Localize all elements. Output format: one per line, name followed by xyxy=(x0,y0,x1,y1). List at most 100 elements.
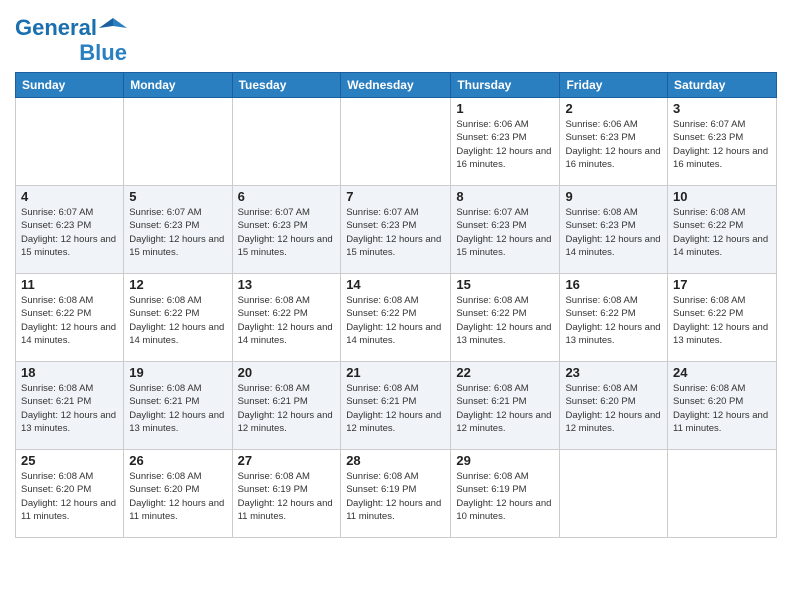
day-number: 15 xyxy=(456,277,554,292)
day-info: Sunrise: 6:08 AMSunset: 6:21 PMDaylight:… xyxy=(346,382,445,435)
logo-bird-icon xyxy=(99,14,127,42)
calendar-week-row: 1 Sunrise: 6:06 AMSunset: 6:23 PMDaylight… xyxy=(16,98,777,186)
day-number: 27 xyxy=(238,453,336,468)
day-info: Sunrise: 6:07 AMSunset: 6:23 PMDaylight:… xyxy=(238,206,336,259)
day-number: 17 xyxy=(673,277,771,292)
day-info: Sunrise: 6:08 AMSunset: 6:22 PMDaylight:… xyxy=(456,294,554,347)
day-number: 4 xyxy=(21,189,118,204)
day-number: 3 xyxy=(673,101,771,116)
day-info: Sunrise: 6:08 AMSunset: 6:22 PMDaylight:… xyxy=(129,294,226,347)
day-info: Sunrise: 6:08 AMSunset: 6:21 PMDaylight:… xyxy=(238,382,336,435)
calendar-cell: 2 Sunrise: 6:06 AMSunset: 6:23 PMDaylight… xyxy=(560,98,668,186)
day-info: Sunrise: 6:08 AMSunset: 6:22 PMDaylight:… xyxy=(565,294,662,347)
calendar-cell xyxy=(124,98,232,186)
calendar-cell: 16 Sunrise: 6:08 AMSunset: 6:22 PMDayligh… xyxy=(560,274,668,362)
day-info: Sunrise: 6:08 AMSunset: 6:20 PMDaylight:… xyxy=(673,382,771,435)
day-info: Sunrise: 6:08 AMSunset: 6:20 PMDaylight:… xyxy=(129,470,226,523)
day-number: 8 xyxy=(456,189,554,204)
day-number: 12 xyxy=(129,277,226,292)
calendar-cell xyxy=(16,98,124,186)
calendar-cell: 20 Sunrise: 6:08 AMSunset: 6:21 PMDayligh… xyxy=(232,362,341,450)
calendar-cell: 13 Sunrise: 6:08 AMSunset: 6:22 PMDayligh… xyxy=(232,274,341,362)
calendar-cell xyxy=(560,450,668,538)
calendar-cell: 25 Sunrise: 6:08 AMSunset: 6:20 PMDayligh… xyxy=(16,450,124,538)
calendar-cell: 15 Sunrise: 6:08 AMSunset: 6:22 PMDayligh… xyxy=(451,274,560,362)
calendar-cell: 6 Sunrise: 6:07 AMSunset: 6:23 PMDaylight… xyxy=(232,186,341,274)
day-number: 29 xyxy=(456,453,554,468)
calendar-cell: 23 Sunrise: 6:08 AMSunset: 6:20 PMDayligh… xyxy=(560,362,668,450)
calendar-cell: 21 Sunrise: 6:08 AMSunset: 6:21 PMDayligh… xyxy=(341,362,451,450)
calendar-cell: 3 Sunrise: 6:07 AMSunset: 6:23 PMDaylight… xyxy=(668,98,777,186)
day-number: 19 xyxy=(129,365,226,380)
day-number: 10 xyxy=(673,189,771,204)
day-number: 24 xyxy=(673,365,771,380)
calendar-cell: 26 Sunrise: 6:08 AMSunset: 6:20 PMDayligh… xyxy=(124,450,232,538)
day-number: 11 xyxy=(21,277,118,292)
calendar-cell xyxy=(232,98,341,186)
day-number: 22 xyxy=(456,365,554,380)
calendar-cell: 12 Sunrise: 6:08 AMSunset: 6:22 PMDayligh… xyxy=(124,274,232,362)
day-info: Sunrise: 6:08 AMSunset: 6:21 PMDaylight:… xyxy=(456,382,554,435)
day-info: Sunrise: 6:08 AMSunset: 6:19 PMDaylight:… xyxy=(456,470,554,523)
calendar-cell: 18 Sunrise: 6:08 AMSunset: 6:21 PMDayligh… xyxy=(16,362,124,450)
day-info: Sunrise: 6:08 AMSunset: 6:19 PMDaylight:… xyxy=(238,470,336,523)
calendar-cell: 19 Sunrise: 6:08 AMSunset: 6:21 PMDayligh… xyxy=(124,362,232,450)
calendar-cell xyxy=(341,98,451,186)
day-info: Sunrise: 6:08 AMSunset: 6:19 PMDaylight:… xyxy=(346,470,445,523)
day-info: Sunrise: 6:07 AMSunset: 6:23 PMDaylight:… xyxy=(21,206,118,259)
calendar-cell: 24 Sunrise: 6:08 AMSunset: 6:20 PMDayligh… xyxy=(668,362,777,450)
day-number: 16 xyxy=(565,277,662,292)
header: General Blue xyxy=(15,10,777,64)
day-number: 20 xyxy=(238,365,336,380)
day-info: Sunrise: 6:08 AMSunset: 6:22 PMDaylight:… xyxy=(673,206,771,259)
day-number: 6 xyxy=(238,189,336,204)
day-number: 1 xyxy=(456,101,554,116)
weekday-header-wednesday: Wednesday xyxy=(341,73,451,98)
calendar-cell: 7Sunrise: 6:07 AMSunset: 6:23 PMDaylight… xyxy=(341,186,451,274)
calendar-cell: 10 Sunrise: 6:08 AMSunset: 6:22 PMDayligh… xyxy=(668,186,777,274)
day-info: Sunrise: 6:06 AMSunset: 6:23 PMDaylight:… xyxy=(565,118,662,171)
day-info: Sunrise: 6:08 AMSunset: 6:22 PMDaylight:… xyxy=(21,294,118,347)
day-number: 2 xyxy=(565,101,662,116)
day-info: Sunrise: 6:08 AMSunset: 6:20 PMDaylight:… xyxy=(565,382,662,435)
calendar-cell: 27 Sunrise: 6:08 AMSunset: 6:19 PMDayligh… xyxy=(232,450,341,538)
calendar-week-row: 4 Sunrise: 6:07 AMSunset: 6:23 PMDaylight… xyxy=(16,186,777,274)
calendar-table: SundayMondayTuesdayWednesdayThursdayFrid… xyxy=(15,72,777,538)
day-number: 21 xyxy=(346,365,445,380)
day-info: Sunrise: 6:06 AMSunset: 6:23 PMDaylight:… xyxy=(456,118,554,171)
page: General Blue SundayMondayTuesdayWednesda… xyxy=(0,0,792,548)
day-info: Sunrise: 6:07 AMSunset: 6:23 PMDaylight:… xyxy=(346,206,445,259)
day-info: Sunrise: 6:08 AMSunset: 6:21 PMDaylight:… xyxy=(129,382,226,435)
calendar-cell: 9Sunrise: 6:08 AMSunset: 6:23 PMDaylight… xyxy=(560,186,668,274)
logo-text-blue: Blue xyxy=(79,42,127,64)
day-number: 25 xyxy=(21,453,118,468)
day-info: Sunrise: 6:08 AMSunset: 6:23 PMDaylight:… xyxy=(565,206,662,259)
calendar-cell: 14Sunrise: 6:08 AMSunset: 6:22 PMDayligh… xyxy=(341,274,451,362)
day-info: Sunrise: 6:07 AMSunset: 6:23 PMDaylight:… xyxy=(456,206,554,259)
calendar-cell: 29 Sunrise: 6:08 AMSunset: 6:19 PMDayligh… xyxy=(451,450,560,538)
day-number: 5 xyxy=(129,189,226,204)
day-info: Sunrise: 6:07 AMSunset: 6:23 PMDaylight:… xyxy=(673,118,771,171)
weekday-header-monday: Monday xyxy=(124,73,232,98)
day-info: Sunrise: 6:08 AMSunset: 6:22 PMDaylight:… xyxy=(346,294,445,347)
day-number: 23 xyxy=(565,365,662,380)
day-number: 18 xyxy=(21,365,118,380)
calendar-cell: 22 Sunrise: 6:08 AMSunset: 6:21 PMDayligh… xyxy=(451,362,560,450)
day-info: Sunrise: 6:08 AMSunset: 6:20 PMDaylight:… xyxy=(21,470,118,523)
day-info: Sunrise: 6:08 AMSunset: 6:21 PMDaylight:… xyxy=(21,382,118,435)
calendar-cell: 1 Sunrise: 6:06 AMSunset: 6:23 PMDaylight… xyxy=(451,98,560,186)
day-number: 26 xyxy=(129,453,226,468)
logo: General Blue xyxy=(15,14,127,64)
calendar-cell: 28 Sunrise: 6:08 AMSunset: 6:19 PMDayligh… xyxy=(341,450,451,538)
day-info: Sunrise: 6:08 AMSunset: 6:22 PMDaylight:… xyxy=(238,294,336,347)
calendar-cell xyxy=(668,450,777,538)
weekday-header-row: SundayMondayTuesdayWednesdayThursdayFrid… xyxy=(16,73,777,98)
day-info: Sunrise: 6:07 AMSunset: 6:23 PMDaylight:… xyxy=(129,206,226,259)
weekday-header-saturday: Saturday xyxy=(668,73,777,98)
weekday-header-friday: Friday xyxy=(560,73,668,98)
calendar-cell: 11 Sunrise: 6:08 AMSunset: 6:22 PMDayligh… xyxy=(16,274,124,362)
calendar-week-row: 25 Sunrise: 6:08 AMSunset: 6:20 PMDayligh… xyxy=(16,450,777,538)
weekday-header-thursday: Thursday xyxy=(451,73,560,98)
day-number: 13 xyxy=(238,277,336,292)
day-number: 28 xyxy=(346,453,445,468)
